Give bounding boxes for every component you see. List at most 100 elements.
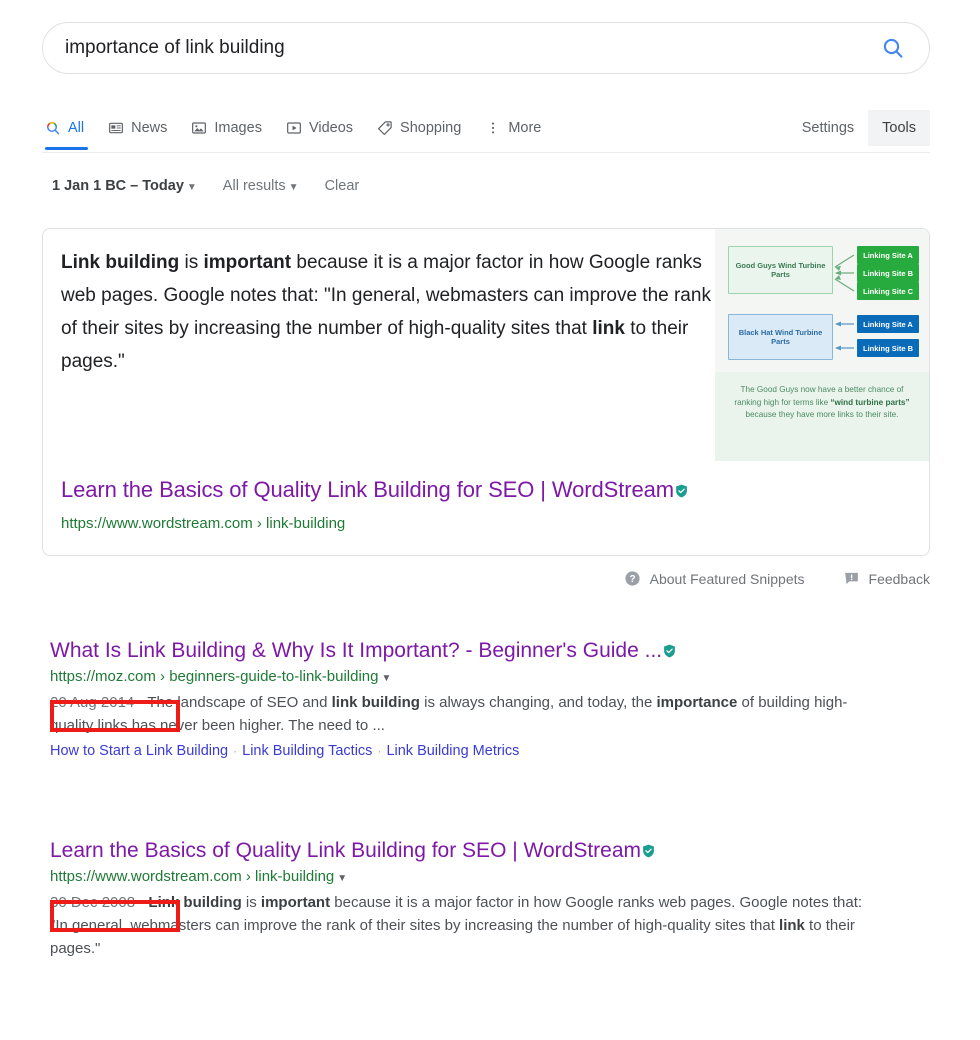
feedback-label: Feedback — [868, 570, 930, 587]
result-url-text: https://moz.com › beginners-guide-to-lin… — [50, 668, 379, 685]
tab-label: Shopping — [400, 120, 462, 136]
search-result-2: Learn the Basics of Quality Link Buildin… — [50, 838, 930, 960]
snippet-fragment: is — [179, 252, 204, 273]
active-tab-underline — [45, 147, 89, 150]
chevron-down-icon: ▼ — [288, 182, 299, 193]
thumb-bad-link-a: Linking Site A — [857, 315, 919, 333]
featured-snippet-title-text: Learn the Basics of Quality Link Buildin… — [61, 477, 674, 502]
news-icon — [109, 122, 124, 134]
thumb-caption: The Good Guys now have a better chance o… — [715, 372, 929, 461]
tab-label: Videos — [308, 120, 354, 136]
tab-label: All — [68, 120, 85, 136]
featured-snippet-footer: ? About Featured Snippets Feedback — [42, 570, 930, 587]
sitelink-separator: · — [233, 744, 238, 758]
result-type-label: All results — [222, 178, 286, 194]
tab-shopping[interactable]: Shopping — [365, 106, 473, 150]
thumb-bad-link-b: Linking Site B — [857, 339, 919, 357]
result-title-text: Learn the Basics of Quality Link Buildin… — [50, 839, 642, 862]
highlighted-term: link — [592, 318, 625, 339]
svg-text:?: ? — [629, 574, 635, 585]
result-date: 30 Dec 2008 — [50, 894, 136, 911]
help-circle-icon: ? — [625, 571, 640, 586]
result-snippet: 30 Dec 2008 - Link building is important… — [50, 891, 882, 960]
result-snippet-text: - Link building is important because it … — [50, 894, 862, 957]
more-vert-icon — [492, 122, 495, 134]
search-input[interactable] — [65, 37, 825, 59]
result-title-text: What Is Link Building & Why Is It Import… — [50, 639, 663, 662]
result-snippet: 20 Aug 2014 - The landscape of SEO and l… — [50, 691, 882, 737]
snippet-fragment: is always changing, and today, the — [419, 694, 657, 711]
result-sitelinks: How to Start a Link Building · Link Buildi… — [50, 740, 930, 762]
feedback-link[interactable]: Feedback — [843, 570, 930, 587]
result-url[interactable]: https://moz.com › beginners-guide-to-lin… — [50, 668, 930, 685]
sitelink-separator: · — [377, 744, 382, 758]
result-title-link[interactable]: What Is Link Building & Why Is It Import… — [50, 638, 930, 664]
search-tabs: All News Images Videos Shopping More Set… — [42, 106, 930, 154]
clear-filters-button[interactable]: Clear — [325, 178, 360, 194]
snippet-fragment: - The landscape of SEO and — [134, 694, 332, 711]
highlighted-term: important — [260, 894, 331, 911]
featured-snippet-text: Link building is important because it is… — [61, 246, 721, 378]
chevron-down-icon: ▼ — [381, 673, 392, 684]
thumb-caption-post: because they have more links to their si… — [745, 410, 899, 419]
date-range-filter[interactable]: 1 Jan 1 BC – Today ▼ — [52, 178, 197, 194]
search-submit-button[interactable] — [879, 34, 907, 62]
tab-news[interactable]: News — [96, 106, 179, 150]
thumb-bad-site-box: Black Hat Wind Turbine Parts — [728, 314, 833, 360]
tabs-divider — [42, 152, 930, 153]
result-date: 20 Aug 2014 — [50, 694, 135, 711]
verified-shield-icon — [676, 484, 687, 498]
tab-videos[interactable]: Videos — [274, 106, 365, 150]
search-result-1: What Is Link Building & Why Is It Import… — [50, 638, 930, 762]
date-range-label: 1 Jan 1 BC – Today — [52, 178, 184, 194]
search-icon — [46, 121, 60, 135]
flag-icon — [844, 572, 858, 585]
result-snippet-text: - The landscape of SEO and link building… — [50, 694, 847, 734]
highlighted-term: Link building — [61, 252, 180, 273]
result-title-link[interactable]: Learn the Basics of Quality Link Buildin… — [50, 838, 930, 864]
tab-label: More — [508, 120, 542, 136]
image-icon — [192, 122, 207, 134]
google-search-results-page: All News Images — [0, 0, 980, 1040]
tab-label: News — [131, 120, 168, 136]
featured-snippet-card: Link building is important because it is… — [42, 228, 930, 556]
search-icon — [883, 38, 903, 58]
result-url[interactable]: https://www.wordstream.com › link-buildi… — [50, 868, 930, 885]
thumb-good-site-box: Good Guys Wind Turbine Parts — [728, 246, 833, 294]
tag-icon — [378, 121, 392, 135]
featured-snippet-result-title[interactable]: Learn the Basics of Quality Link Buildin… — [61, 477, 688, 503]
about-featured-snippets-label: About Featured Snippets — [649, 570, 805, 587]
about-featured-snippets-link[interactable]: ? About Featured Snippets — [624, 570, 805, 587]
verified-shield-icon — [664, 644, 675, 658]
result-url-text: https://www.wordstream.com › link-buildi… — [50, 868, 335, 885]
tab-images[interactable]: Images — [179, 106, 274, 150]
featured-snippet-thumbnail[interactable]: Good Guys Wind Turbine Parts Linking Sit… — [715, 229, 929, 461]
sitelink[interactable]: Link Building Metrics — [386, 743, 519, 759]
thumb-good-link-b: Linking Site B — [857, 264, 919, 282]
highlighted-term: importance — [656, 694, 738, 711]
video-icon — [287, 122, 301, 134]
highlighted-term: important — [203, 252, 292, 273]
highlighted-term: link — [779, 917, 805, 934]
sitelink[interactable]: How to Start a Link Building — [50, 743, 228, 759]
sitelink[interactable]: Link Building Tactics — [242, 743, 372, 759]
snippet-fragment: is — [241, 894, 261, 911]
tab-label: Images — [214, 120, 262, 136]
featured-snippet-result-url[interactable]: https://www.wordstream.com › link-buildi… — [61, 515, 345, 532]
tools-button[interactable]: Tools — [868, 110, 930, 146]
highlighted-term: Link building — [148, 894, 242, 911]
snippet-fragment: - — [135, 894, 149, 911]
verified-shield-icon — [643, 844, 654, 858]
highlighted-term: link building — [331, 694, 420, 711]
search-bar[interactable] — [42, 22, 930, 74]
chevron-down-icon: ▼ — [337, 873, 348, 884]
search-tools-row: 1 Jan 1 BC – Today ▼ All results ▼ Clear — [52, 178, 359, 194]
tab-all[interactable]: All — [42, 106, 96, 150]
settings-button[interactable]: Settings — [788, 106, 868, 150]
thumb-good-link-c: Linking Site C — [857, 282, 919, 300]
result-type-filter[interactable]: All results ▼ — [223, 178, 299, 194]
tab-more[interactable]: More — [473, 106, 553, 150]
chevron-down-icon: ▼ — [186, 182, 197, 193]
thumb-good-link-a: Linking Site A — [857, 246, 919, 264]
thumb-caption-bold: “wind turbine parts” — [830, 397, 910, 407]
